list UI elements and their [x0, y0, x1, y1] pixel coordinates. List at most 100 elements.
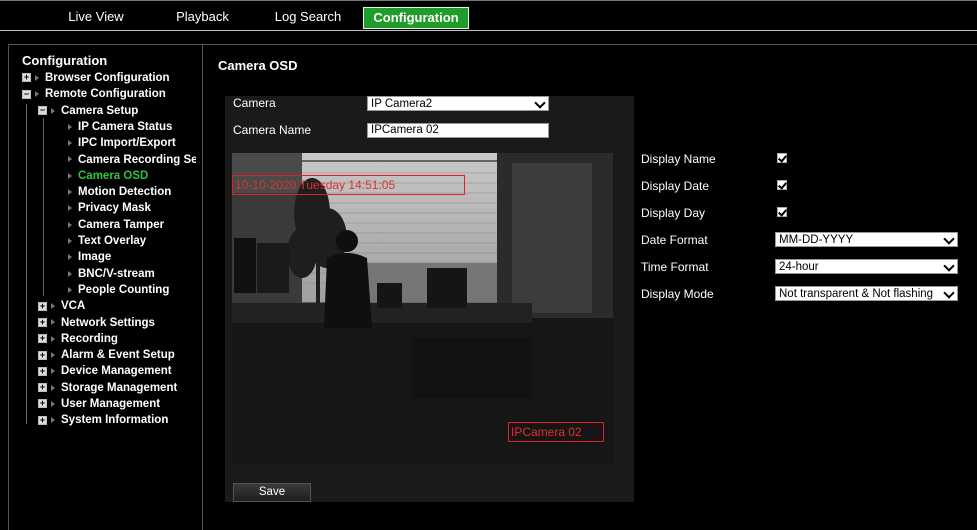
expand-icon[interactable]: + — [38, 317, 47, 327]
chevron-right-icon — [51, 384, 55, 391]
tree-item-label: Remote Configuration — [45, 88, 166, 101]
tree-connector — [26, 104, 27, 424]
chevron-right-icon — [68, 237, 72, 244]
camera-name-input[interactable]: IPCamera 02 — [367, 123, 549, 138]
camera-select-value: IP Camera2 — [371, 98, 433, 110]
tree-item[interactable]: − Remote Configuration — [22, 86, 166, 102]
date-format-select[interactable]: MM-DD-YYYY — [775, 232, 958, 247]
tree-item[interactable]: Image — [55, 249, 111, 265]
tree-item-label: Image — [78, 251, 112, 264]
chevron-down-icon — [534, 97, 546, 109]
tree-item[interactable]: Motion Detection — [55, 184, 171, 200]
tree-item[interactable]: + Browser Configuration — [22, 70, 170, 86]
tree-item[interactable]: + VCA — [38, 298, 85, 314]
tab-playback[interactable]: Playback — [150, 7, 255, 29]
expand-icon[interactable]: + — [38, 415, 47, 425]
tree-item-label: Device Management — [61, 365, 172, 378]
display-day-label: Display Day — [641, 206, 706, 220]
tree-item-label: Recording — [61, 332, 118, 345]
osd-name-overlay[interactable]: IPCamera 02 — [508, 422, 604, 442]
tree-item[interactable]: People Counting — [55, 282, 169, 298]
osd-datetime-overlay[interactable]: 10-10-2020 Tuesday 14:51:05 — [232, 175, 465, 195]
tree-item-label: Browser Configuration — [45, 72, 170, 84]
camera-name-label: Camera Name — [233, 123, 312, 137]
tree-item-label: IPC Import/Export — [78, 137, 176, 150]
chevron-right-icon — [68, 140, 72, 147]
expand-icon[interactable]: + — [38, 301, 47, 311]
tree-item[interactable]: + Storage Management — [38, 380, 177, 396]
chevron-right-icon — [68, 172, 72, 179]
expand-icon[interactable]: + — [38, 366, 47, 376]
tree-item[interactable]: + Recording — [38, 331, 118, 347]
chevron-right-icon — [68, 270, 72, 277]
display-day-checkbox[interactable] — [777, 207, 787, 217]
time-format-label: Time Format — [641, 260, 709, 274]
display-mode-label: Display Mode — [641, 287, 714, 301]
time-format-value: 24-hour — [779, 261, 819, 273]
tree-item-label: User Management — [61, 398, 161, 410]
display-mode-value: Not transparent & Not flashing — [779, 288, 934, 300]
chevron-right-icon — [68, 123, 72, 130]
chevron-right-icon — [68, 189, 72, 196]
expand-icon[interactable]: + — [38, 383, 47, 393]
tree-item[interactable]: + User Management — [38, 396, 160, 412]
display-mode-select[interactable]: Not transparent & Not flashing — [775, 286, 958, 301]
date-format-value: MM-DD-YYYY — [779, 234, 854, 246]
tree-item-label: VCA — [61, 300, 86, 313]
display-name-label: Display Name — [641, 152, 716, 166]
chevron-right-icon — [68, 254, 72, 261]
preview-scene-image — [232, 153, 613, 464]
tree-item-label: People Counting — [78, 283, 170, 296]
tree-item-label: Network Settings — [61, 316, 155, 329]
tree-title: Configuration — [22, 53, 108, 68]
chevron-right-icon — [68, 286, 72, 293]
expand-icon[interactable]: + — [38, 334, 47, 344]
tree-item-label: Camera Recording Se — [78, 153, 196, 166]
tree-item-label: Motion Detection — [78, 186, 172, 199]
save-button[interactable]: Save — [233, 483, 311, 502]
expand-icon[interactable]: + — [38, 399, 47, 409]
tree-item[interactable]: IP Camera Status — [55, 119, 172, 135]
tree-item[interactable]: BNC/V-stream — [55, 266, 155, 282]
camera-preview: 10-10-2020 Tuesday 14:51:05 IPCamera 02 — [232, 153, 613, 464]
tree-item[interactable]: Camera Recording Se — [55, 152, 196, 168]
tree-item[interactable]: − Camera Setup — [38, 103, 138, 119]
display-date-label: Display Date — [641, 179, 710, 193]
tree-item[interactable]: Camera Tamper — [55, 217, 164, 233]
display-date-checkbox[interactable] — [777, 180, 787, 190]
collapse-icon[interactable]: − — [38, 106, 47, 116]
chevron-right-icon — [35, 91, 39, 98]
expand-icon[interactable]: + — [38, 350, 47, 360]
tree-item[interactable]: + Device Management — [38, 363, 172, 379]
tree-item-label: Privacy Mask — [78, 202, 151, 215]
chevron-down-icon — [943, 233, 955, 245]
tree-item-label: Camera OSD — [78, 169, 149, 182]
tree-item[interactable]: Privacy Mask — [55, 200, 151, 216]
tree-item-label: Storage Management — [61, 381, 178, 394]
expand-icon[interactable]: + — [22, 73, 31, 83]
tab-live-view[interactable]: Live View — [40, 7, 152, 29]
tree-item[interactable]: + Network Settings — [38, 315, 155, 331]
tree-item-label: Camera Setup — [61, 104, 139, 117]
tree-item[interactable]: + System Information — [38, 412, 168, 428]
tab-configuration[interactable]: Configuration — [363, 7, 469, 29]
tree-item-label: System Information — [61, 414, 169, 427]
chevron-right-icon — [51, 368, 55, 375]
tab-log-search[interactable]: Log Search — [258, 7, 358, 29]
camera-select[interactable]: IP Camera2 — [367, 96, 549, 111]
time-format-select[interactable]: 24-hour — [775, 259, 958, 274]
page-title: Camera OSD — [218, 58, 298, 73]
tree-item[interactable]: Camera OSD — [55, 168, 148, 184]
camera-label: Camera — [233, 96, 276, 110]
chevron-right-icon — [51, 319, 55, 326]
chevron-down-icon — [943, 287, 955, 299]
collapse-icon[interactable]: − — [22, 89, 31, 99]
display-name-checkbox[interactable] — [777, 153, 787, 163]
date-format-label: Date Format — [641, 233, 708, 247]
tree-item-label: Text Overlay — [78, 235, 147, 247]
tree-item[interactable]: + Alarm & Event Setup — [38, 347, 175, 363]
chevron-right-icon — [51, 417, 55, 424]
chevron-right-icon — [68, 221, 72, 228]
tree-item[interactable]: IPC Import/Export — [55, 135, 176, 151]
tree-item[interactable]: Text Overlay — [55, 233, 146, 249]
